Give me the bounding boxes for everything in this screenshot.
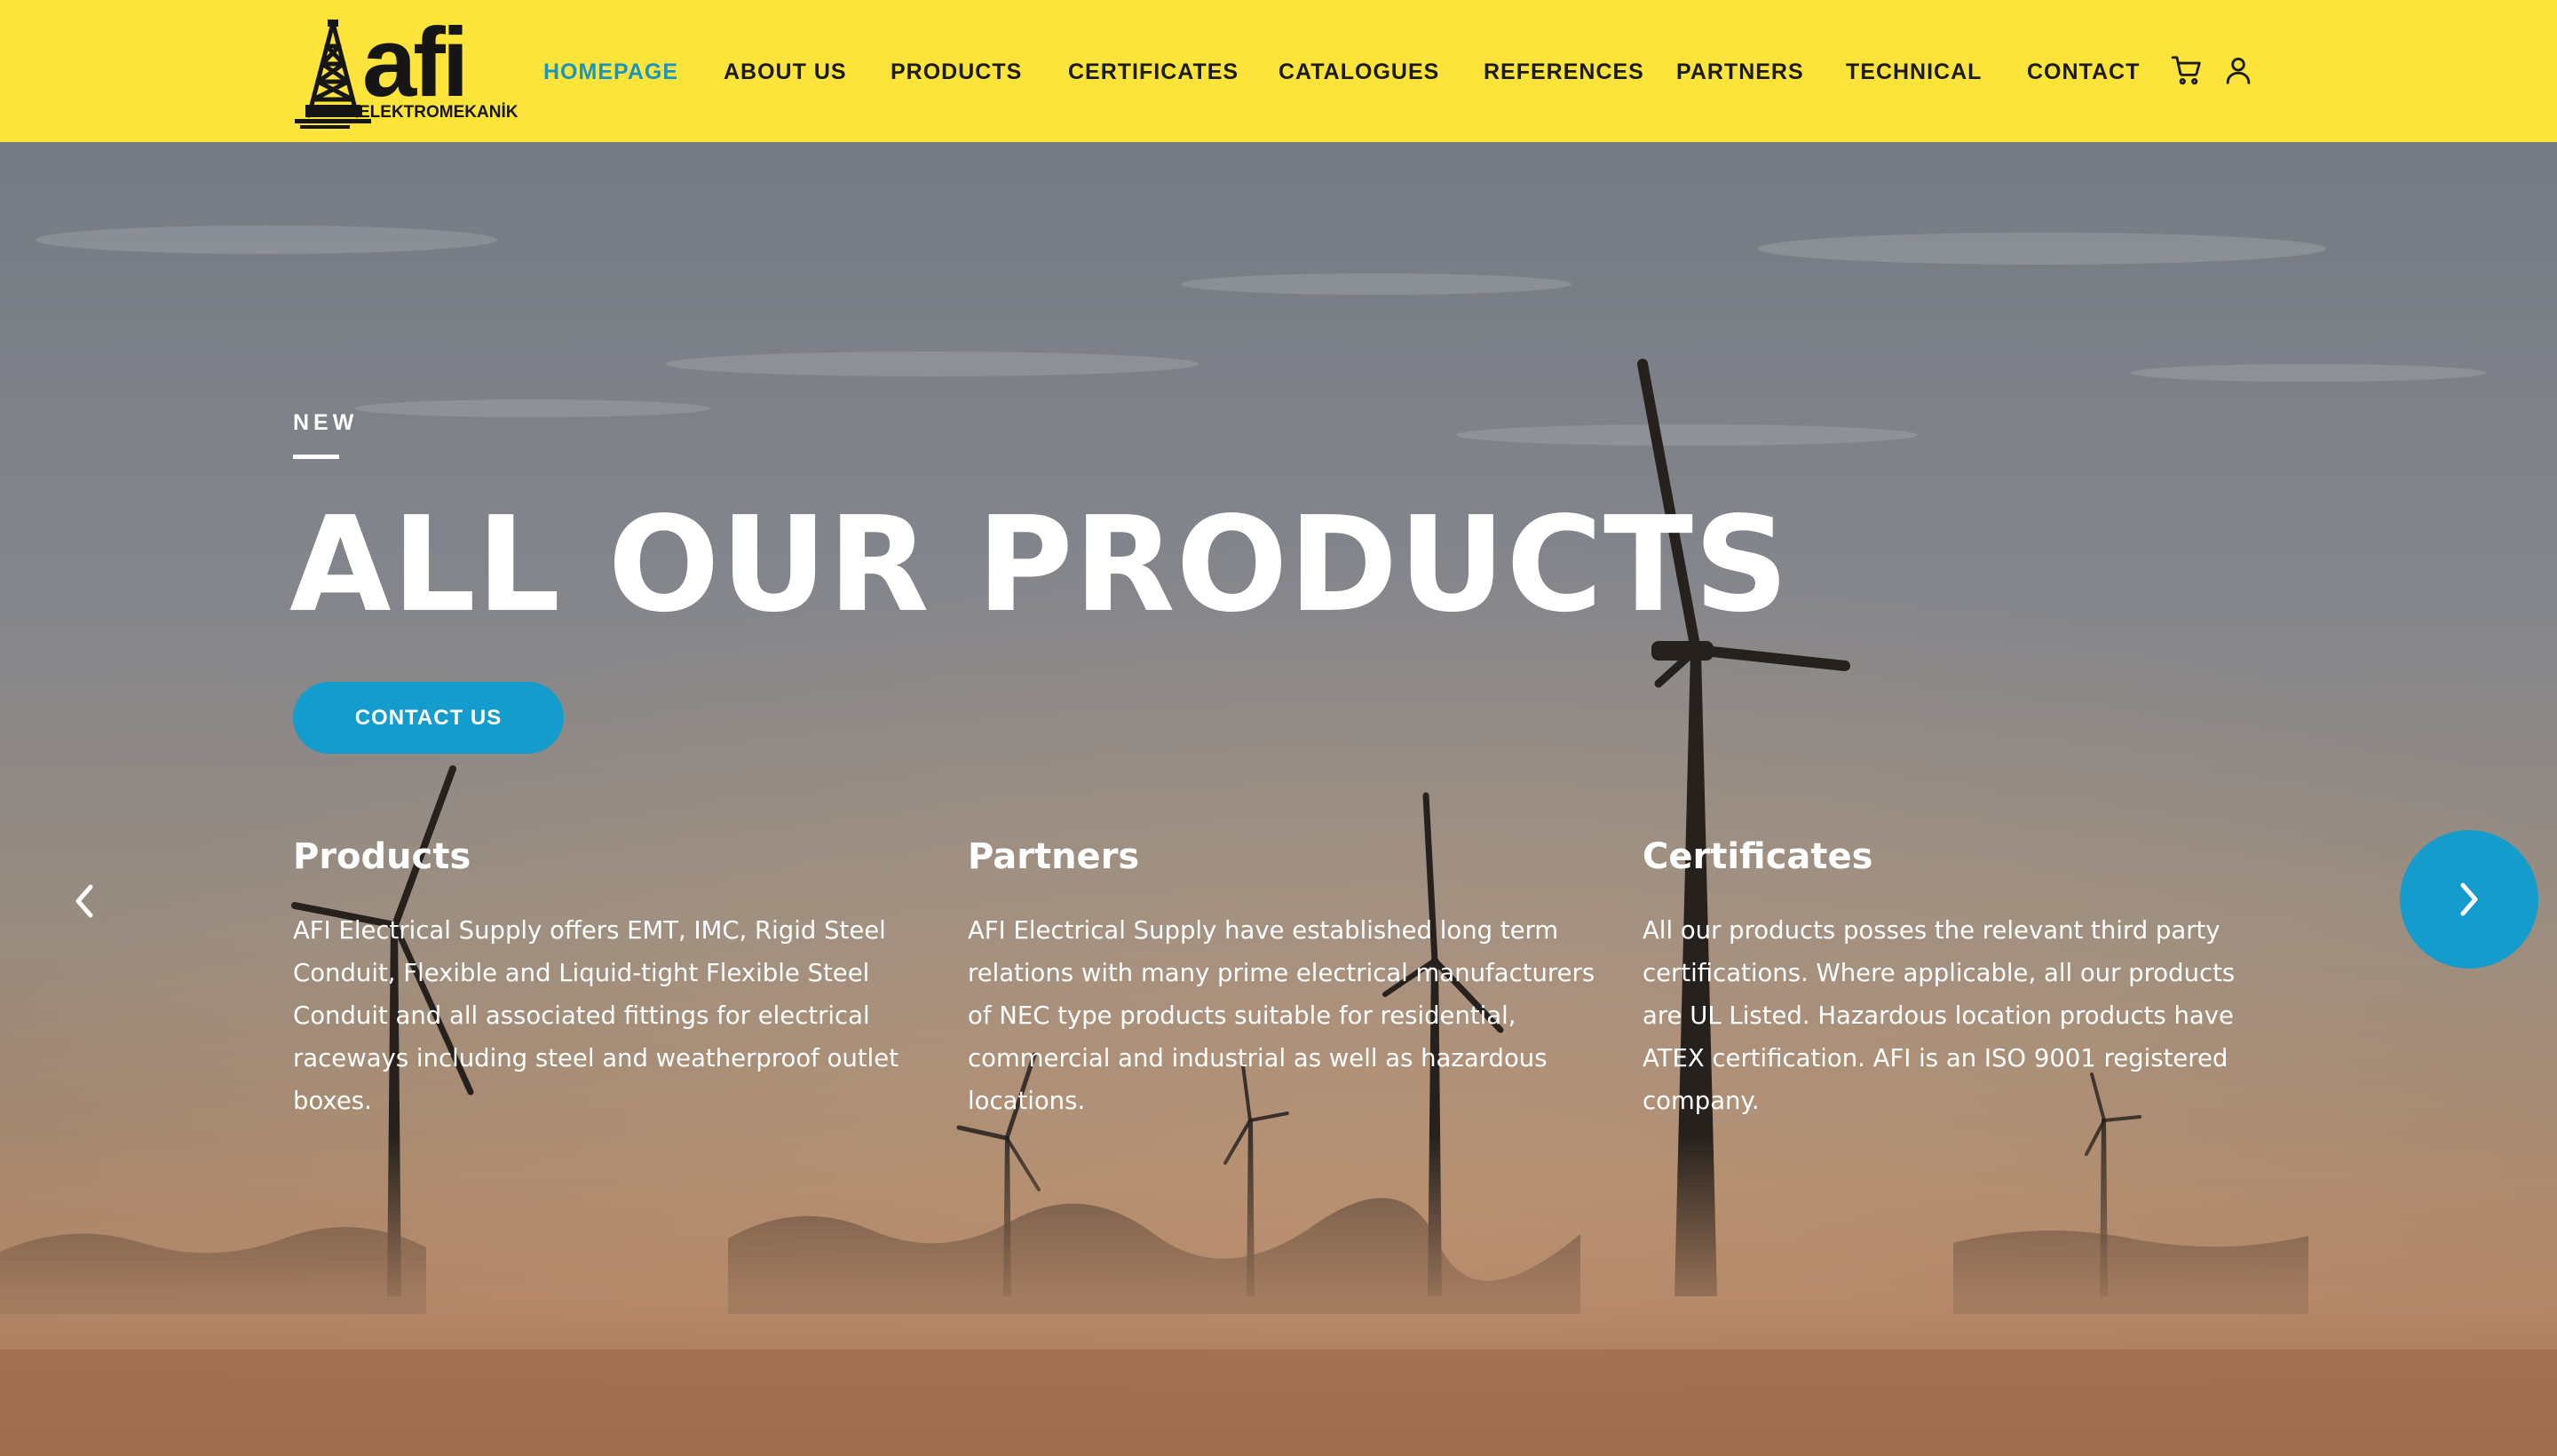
hero-title: ALL OUR PRODUCTS	[289, 488, 1790, 641]
nav-contact[interactable]: CONTACT	[2027, 59, 2140, 85]
wind-farm-background-image	[0, 142, 2557, 1456]
eyebrow-underline	[293, 455, 339, 459]
chevron-left-icon[interactable]	[71, 882, 98, 921]
feature-title: Products	[293, 836, 471, 877]
nav-certificates[interactable]: CERTIFICATES	[1068, 59, 1239, 85]
nav-technical[interactable]: TECHNICAL	[1846, 59, 1982, 85]
cart-icon[interactable]	[2170, 53, 2204, 87]
site-header: afi ELEKTROMEKANİK HOMEPAGE ABOUT US PRO…	[0, 0, 2557, 142]
nav-about-us[interactable]: ABOUT US	[724, 59, 847, 85]
feature-title: Partners	[968, 836, 1140, 877]
feature-text: AFI Electrical Supply offers EMT, IMC, R…	[293, 916, 899, 1115]
nav-homepage[interactable]: HOMEPAGE	[543, 59, 678, 85]
feature-title: Certificates	[1643, 836, 1873, 877]
hero-slider: NEW ALL OUR PRODUCTS CONTACT US Products…	[0, 142, 2557, 1456]
nav-catalogues[interactable]: CATALOGUES	[1278, 59, 1439, 85]
feature-text: AFI Electrical Supply have established l…	[968, 916, 1595, 1115]
user-icon[interactable]	[2221, 53, 2255, 87]
main-nav: HOMEPAGE ABOUT US PRODUCTS CERTIFICATES …	[0, 0, 2557, 142]
nav-partners[interactable]: PARTNERS	[1676, 59, 1804, 85]
nav-products[interactable]: PRODUCTS	[891, 59, 1022, 85]
chevron-right-icon	[2460, 882, 2478, 916]
feature-partners: Partners AFI Electrical Supply have esta…	[968, 835, 1598, 1122]
next-slide-button[interactable]	[2400, 830, 2538, 969]
feature-products: Products AFI Electrical Supply offers EM…	[293, 835, 923, 1122]
contact-us-button[interactable]: CONTACT US	[293, 682, 564, 754]
hero-eyebrow: NEW	[293, 410, 359, 435]
feature-text: All our products posses the relevant thi…	[1643, 916, 2236, 1115]
feature-certificates: Certificates All our products posses the…	[1643, 835, 2273, 1122]
nav-references[interactable]: REFERENCES	[1484, 59, 1644, 85]
